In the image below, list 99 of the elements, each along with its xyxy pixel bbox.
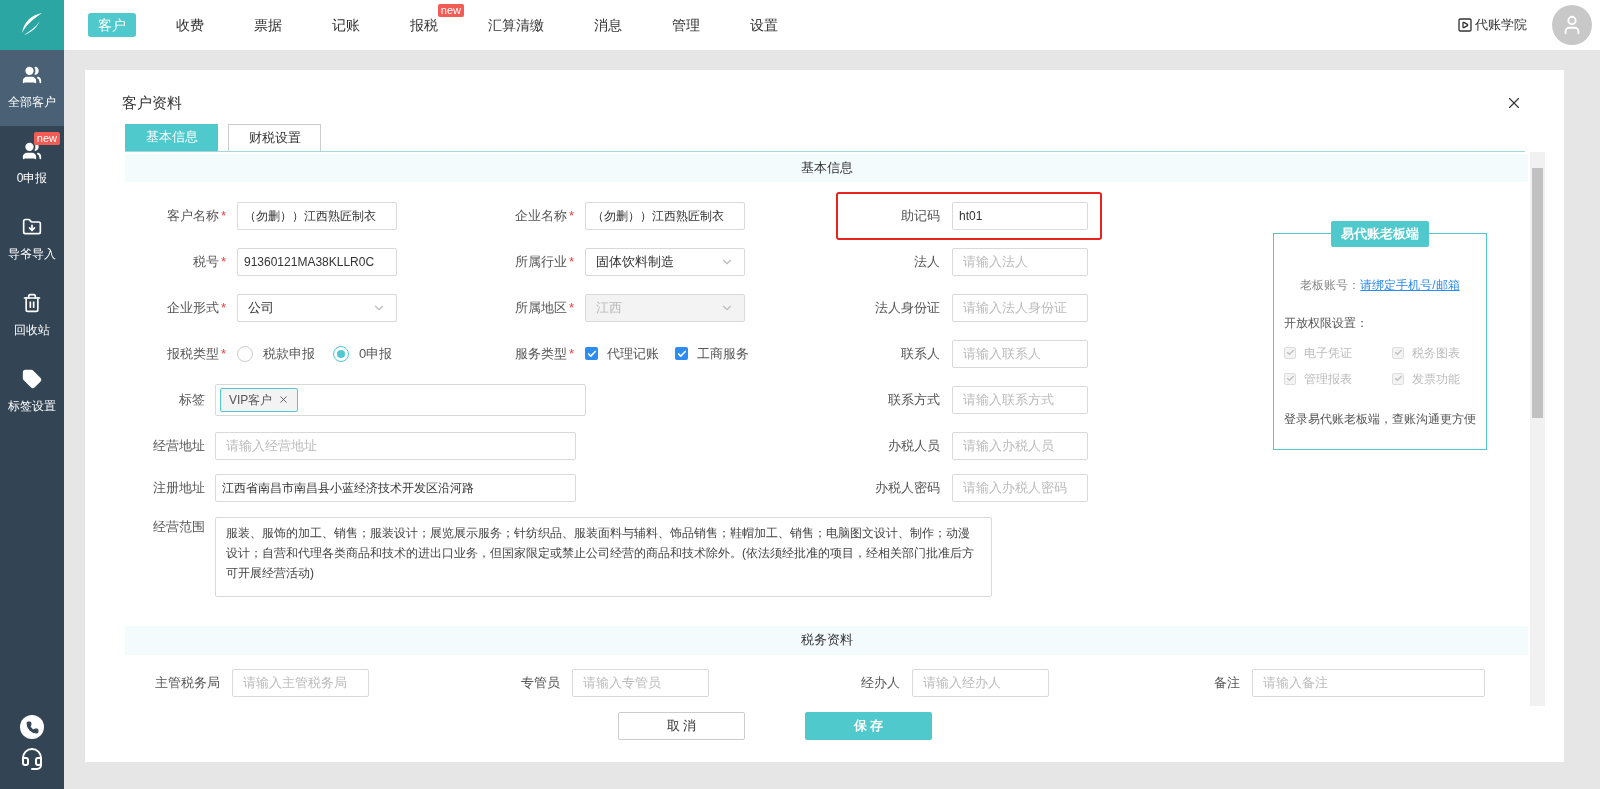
section-header: 基本信息 bbox=[125, 153, 1528, 182]
trash-icon bbox=[22, 293, 42, 313]
text-field[interactable]: 请输入专管员 bbox=[572, 668, 709, 697]
field-label: 报税类型 bbox=[166, 344, 219, 363]
field-label: 办税人员 bbox=[888, 436, 940, 455]
nav-tab[interactable]: 管理 bbox=[662, 13, 710, 38]
field-label: 法人身份证 bbox=[875, 298, 940, 317]
text-field[interactable]: 请输入经办人 bbox=[912, 668, 1049, 697]
required-mark: * bbox=[220, 252, 226, 271]
scrollbar[interactable] bbox=[1530, 151, 1545, 706]
users-icon bbox=[22, 65, 42, 85]
checkbox[interactable] bbox=[585, 347, 598, 360]
field-label: 客户名称 bbox=[166, 206, 219, 225]
sidebar-label: 全部客户 bbox=[8, 94, 56, 111]
sidebar-item[interactable]: 导爷导入 bbox=[0, 202, 64, 278]
sidebar-item[interactable]: 全部客户 bbox=[0, 50, 64, 126]
field-label: 经办人 bbox=[860, 673, 900, 692]
field-label: 备注 bbox=[1213, 673, 1240, 692]
text-field[interactable]: 请输入法人身份证 bbox=[952, 293, 1088, 322]
field-label: 服务类型 bbox=[514, 344, 567, 363]
avatar[interactable] bbox=[1552, 5, 1592, 45]
field-label: 主管税务局 bbox=[154, 673, 220, 692]
bind-account-link[interactable]: 请绑定手机号/邮箱 bbox=[1360, 275, 1460, 294]
required-mark: * bbox=[568, 344, 574, 363]
field-label: 经营地址 bbox=[152, 436, 205, 455]
field-label: 法人 bbox=[914, 252, 940, 271]
academy-link[interactable]: 代账学院 bbox=[1457, 15, 1527, 35]
checkbox[interactable] bbox=[675, 347, 688, 360]
field-label: 所属地区 bbox=[514, 298, 567, 317]
folder-download-icon bbox=[22, 217, 42, 237]
tag-icon bbox=[22, 369, 42, 389]
field-label: 联系人 bbox=[901, 344, 940, 363]
field-label: 助记码 bbox=[901, 206, 940, 225]
field-label: 联系方式 bbox=[888, 390, 940, 409]
sidebar-item[interactable]: 标签设置 bbox=[0, 354, 64, 430]
required-mark: * bbox=[220, 298, 226, 317]
text-field[interactable]: （勿删））江西熟匠制衣 bbox=[237, 201, 397, 230]
section-header: 税务资料 bbox=[125, 625, 1528, 655]
nav-tab[interactable]: 消息 bbox=[584, 13, 632, 38]
text-field[interactable]: （勿删））江西熟匠制衣 bbox=[585, 201, 745, 230]
field-label: 标签 bbox=[178, 390, 205, 409]
required-mark: * bbox=[220, 206, 226, 225]
radio-option[interactable]: 税款申报 bbox=[237, 343, 315, 364]
cancel-button[interactable]: 取 消 bbox=[618, 711, 745, 740]
headset-icon[interactable] bbox=[20, 747, 44, 771]
users-icon bbox=[22, 141, 42, 161]
text-field[interactable]: 请输入备注 bbox=[1252, 668, 1485, 697]
field-label: 所属行业 bbox=[514, 252, 567, 271]
phone-icon[interactable] bbox=[20, 715, 44, 739]
nav-tab[interactable]: 设置 bbox=[740, 13, 788, 38]
text-field[interactable]: 请输入联系方式 bbox=[952, 385, 1088, 414]
radio-option[interactable]: 0申报 bbox=[333, 343, 393, 364]
required-mark: * bbox=[220, 344, 226, 363]
text-field[interactable]: 91360121MA38KLLR0C bbox=[237, 247, 397, 276]
nav-tab[interactable]: 记账 bbox=[322, 13, 370, 38]
field-label: 注册地址 bbox=[152, 478, 205, 497]
video-icon bbox=[1457, 17, 1473, 33]
sidebar-label: 导爷导入 bbox=[8, 246, 56, 263]
field-label: 经营范围 bbox=[152, 517, 205, 536]
field-label: 办税人密码 bbox=[875, 478, 940, 497]
field-label: 税号 bbox=[192, 252, 219, 271]
checkbox-option[interactable]: 工商服务 bbox=[675, 343, 749, 364]
sidebar-label: 0申报 bbox=[16, 170, 48, 187]
text-field[interactable]: 请输入法人 bbox=[952, 247, 1088, 276]
account-label: 老板账号： bbox=[1300, 276, 1361, 294]
checkbox-option[interactable]: 代理记账 bbox=[585, 343, 659, 364]
text-field[interactable]: 请输入办税人员 bbox=[952, 431, 1088, 460]
select-field[interactable]: 公司 bbox=[237, 293, 397, 322]
text-field[interactable]: 请输入经营地址 bbox=[215, 431, 576, 460]
required-mark: * bbox=[568, 298, 574, 317]
nav-tab[interactable]: 汇算清缴 bbox=[478, 13, 554, 38]
sidebar-label: 回收站 bbox=[14, 322, 50, 339]
close-icon[interactable] bbox=[278, 394, 290, 405]
new-badge: new bbox=[33, 132, 60, 145]
tag-label: VIP客户 bbox=[229, 391, 273, 409]
panel-footer-text: 登录易代账老板端，查账沟通更方便 bbox=[1284, 410, 1476, 428]
required-mark: * bbox=[568, 252, 574, 271]
text-field[interactable]: 请输入主管税务局 bbox=[232, 668, 369, 697]
required-mark: * bbox=[568, 206, 574, 225]
text-field[interactable]: ht01 bbox=[952, 201, 1088, 230]
textarea-field[interactable]: 服装、服饰的加工、销售；服装设计；展览展示服务；针纺织品、服装面料与辅料、饰品销售；鞋帽加工、销售；电脑图文设计、制作；动漫设计；自营和代理各类商品和技术的进出口业务，但国家限定或禁止公司经营的商品和技术除外。(依法须经批准的项目，经相关部门批准后方可开展经营活动) bbox=[215, 516, 992, 597]
field-label: 企业形式 bbox=[166, 298, 219, 317]
text-field[interactable]: 请输入办税人密码 bbox=[952, 473, 1088, 502]
text-field[interactable]: 江西省南昌市南昌县小蓝经济技术开发区沿河路 bbox=[215, 473, 576, 502]
modal-tab[interactable]: 财税设置 bbox=[228, 123, 321, 151]
new-badge: new bbox=[437, 3, 464, 17]
tags-field[interactable]: VIP客户 bbox=[215, 383, 586, 416]
field-label: 专管员 bbox=[520, 673, 560, 692]
sidebar-label: 标签设置 bbox=[8, 398, 56, 415]
field-label: 企业名称 bbox=[514, 206, 567, 225]
select-field[interactable]: 固体饮料制造 bbox=[585, 247, 745, 276]
sidebar-item[interactable]: new 0申报 bbox=[0, 126, 64, 202]
text-field[interactable]: 请输入联系人 bbox=[952, 339, 1088, 368]
nav-tab[interactable]: 收费 bbox=[166, 13, 214, 38]
sidebar-item[interactable]: 回收站 bbox=[0, 278, 64, 354]
panel-title: 易代账老板端 bbox=[1331, 220, 1429, 247]
nav-tab[interactable]: 票据 bbox=[244, 13, 292, 38]
permissions-title: 开放权限设置： bbox=[1284, 314, 1368, 332]
modal-title: 客户资料 bbox=[122, 93, 182, 113]
